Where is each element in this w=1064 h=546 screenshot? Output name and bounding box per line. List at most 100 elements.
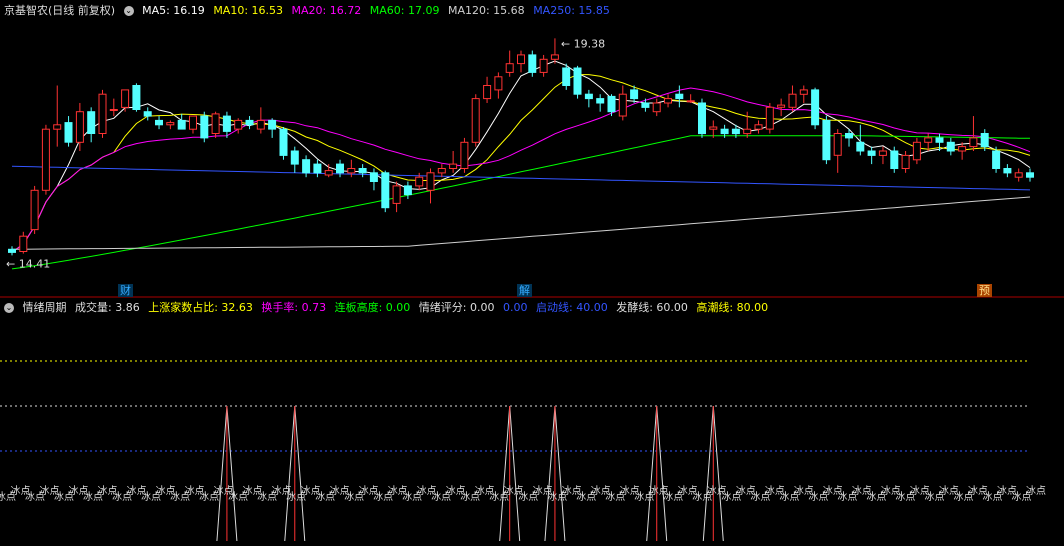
- candle-body: [302, 159, 311, 174]
- low-price-label: ← 14.41: [6, 257, 50, 270]
- price-labels: ← 19.38 ← 14.41: [6, 37, 605, 270]
- candle-body: [211, 113, 220, 135]
- ma20-label: MA20: 16.72: [291, 4, 362, 17]
- volume-label: 成交量: 3.86: [75, 301, 140, 314]
- candle-body: [449, 163, 458, 170]
- candle-body: [867, 150, 876, 156]
- candle-body: [437, 168, 446, 174]
- ma10-label: MA10: 16.53: [213, 4, 284, 17]
- rising-ratio-label: 上涨家数占比: 32.63: [148, 301, 253, 314]
- candle-body: [290, 150, 299, 165]
- candle-body: [573, 67, 582, 95]
- candle-body: [878, 150, 887, 156]
- candle-body: [369, 172, 378, 183]
- indicator-lines: [0, 360, 1030, 452]
- candle-body: [177, 119, 186, 130]
- sentiment-score-label: 情绪评分: 0.00: [418, 301, 495, 314]
- candle-body: [1014, 172, 1023, 178]
- candle-body: [98, 93, 107, 134]
- candle-body: [517, 54, 525, 65]
- candle-body: [64, 122, 73, 143]
- indicator-header: ⌄ 情绪周期 成交量: 3.86 上涨家数占比: 32.63 换手率: 0.73…: [4, 300, 773, 316]
- candle-body: [505, 63, 514, 73]
- ferment-line-label: 发酵线: 60.00: [616, 301, 688, 314]
- candle-body: [924, 137, 933, 143]
- high-price-label: ← 19.38: [561, 37, 605, 50]
- candle-body: [245, 119, 254, 126]
- climax-line-label: 高潮线: 80.00: [696, 301, 769, 314]
- candle-body: [1026, 172, 1034, 178]
- candle-body: [471, 98, 480, 143]
- candle-body: [607, 95, 616, 113]
- marker-finance[interactable]: 财: [118, 284, 133, 297]
- candle-body: [166, 122, 175, 126]
- candle-body: [969, 137, 978, 148]
- main-chart-header: 京基智农(日线 前复权) ⌄ MA5: 16.19 MA10: 16.53 MA…: [4, 3, 615, 19]
- candle-body: [562, 67, 571, 86]
- candle-body: [109, 109, 118, 111]
- candle-body: [641, 102, 650, 108]
- candle-body: [279, 128, 288, 156]
- candle-body: [788, 93, 797, 108]
- candle-body: [618, 93, 627, 117]
- candle-body: [731, 128, 740, 135]
- candle-body: [8, 248, 16, 253]
- candle-body: [256, 119, 265, 130]
- candle-body: [799, 89, 808, 95]
- candle-body: [912, 141, 921, 161]
- candle-body: [268, 119, 277, 130]
- candle-body: [415, 176, 424, 187]
- stock-title[interactable]: 京基智农(日线 前复权): [4, 4, 115, 17]
- candle-body: [41, 128, 50, 191]
- indicator-spikes: [216, 405, 724, 542]
- candle-body: [324, 170, 333, 176]
- indicator-name[interactable]: 情绪周期: [23, 301, 67, 314]
- candle-body: [200, 115, 209, 139]
- candle-body: [358, 168, 367, 174]
- candle-body: [381, 172, 390, 209]
- ma5-line: [11, 60, 1031, 253]
- candle-body: [709, 126, 718, 130]
- turnover-label: 换手率: 0.73: [261, 301, 327, 314]
- candle-body: [845, 133, 853, 139]
- settings-icon[interactable]: ⌄: [123, 6, 134, 16]
- candle-body: [121, 89, 130, 108]
- ma60-line: [11, 135, 1031, 270]
- candle-body: [494, 76, 503, 91]
- candle-body: [189, 115, 197, 130]
- candle-body: [584, 93, 593, 100]
- indicator-labels: 冰点冰点冰点冰点冰点冰点冰点冰点冰点冰点冰点冰点冰点冰点冰点冰点冰点冰点冰点冰点…: [0, 484, 1046, 503]
- candle-body: [53, 124, 62, 130]
- candle-body: [992, 150, 1001, 169]
- candle-body: [30, 189, 39, 231]
- candle-body: [765, 106, 774, 130]
- candle-body: [822, 119, 831, 161]
- candle-body: [483, 85, 492, 100]
- candlesticks: [8, 38, 1034, 256]
- ma250-label: MA250: 15.85: [533, 4, 610, 17]
- candle-body: [698, 102, 706, 135]
- candle-body: [664, 98, 672, 104]
- candle-body: [313, 163, 322, 174]
- marker-unlock[interactable]: 解: [517, 284, 532, 297]
- candle-body: [222, 115, 231, 132]
- candle-body: [347, 168, 356, 174]
- ma120-line: [11, 196, 1031, 250]
- candle-body: [1003, 168, 1012, 174]
- candle-body: [336, 163, 344, 174]
- stock-chart[interactable]: ← 19.38 ← 14.41 冰点冰点冰点冰点冰点冰点冰点冰点冰点冰点冰点冰点冰…: [0, 0, 1064, 546]
- candle-body: [75, 111, 84, 143]
- marker-forecast[interactable]: 预: [977, 284, 992, 297]
- start-line-label: 启动线: 40.00: [536, 301, 608, 314]
- candle-body: [460, 141, 469, 170]
- candle-body: [754, 124, 763, 130]
- candle-body: [426, 172, 435, 191]
- candle-body: [143, 111, 152, 117]
- candle-body: [777, 104, 786, 108]
- ma250-line: [11, 165, 1031, 191]
- candle-body: [550, 54, 559, 60]
- candle-body: [890, 150, 899, 169]
- candle-body: [743, 128, 752, 135]
- indicator-settings-icon[interactable]: ⌄: [4, 303, 14, 313]
- limit-up-height-label: 连板高度: 0.00: [334, 301, 411, 314]
